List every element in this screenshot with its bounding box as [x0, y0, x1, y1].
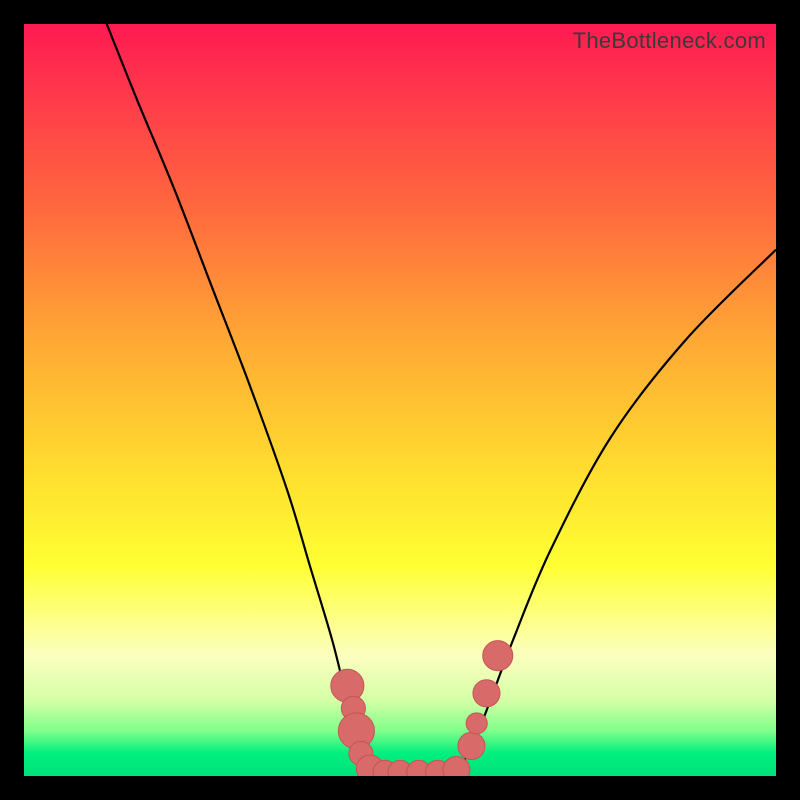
data-marker	[473, 680, 500, 707]
marker-group	[331, 641, 513, 776]
chart-area: TheBottleneck.com	[24, 24, 776, 776]
curve-right	[460, 250, 776, 769]
data-marker	[458, 732, 485, 759]
watermark-text: TheBottleneck.com	[573, 28, 766, 54]
bottleneck-curve	[24, 24, 776, 776]
data-marker	[483, 641, 513, 671]
data-marker	[466, 713, 487, 734]
curve-left	[107, 24, 370, 768]
